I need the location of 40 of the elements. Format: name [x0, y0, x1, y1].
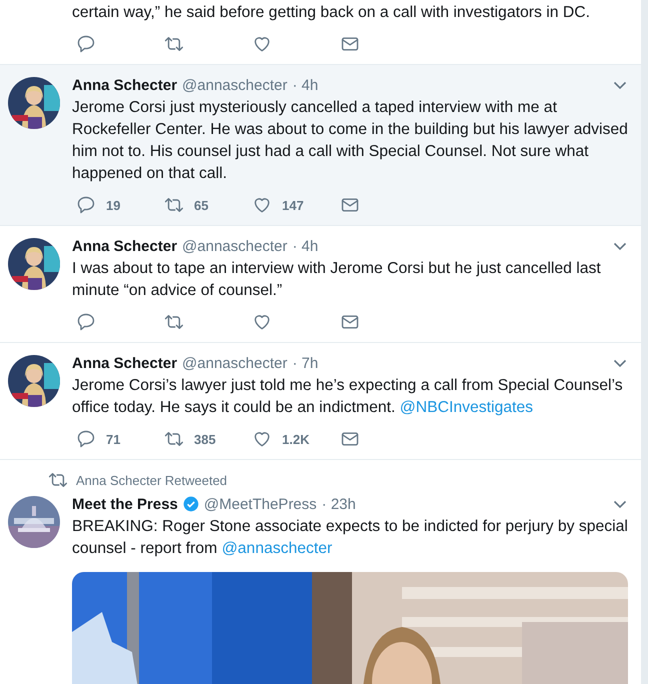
reply-button[interactable]: 19: [72, 195, 160, 215]
mention-link[interactable]: @NBCInvestigates: [400, 399, 534, 416]
author-name[interactable]: Anna Schecter: [72, 76, 178, 94]
heart-icon: [252, 34, 272, 54]
tweet-text: Jerome Corsi just mysteriously cancelled a taped interview with me at Rockefeller Center. He was about to come in the building but his lawyer advised him not to. His counsel just had a call with Special Counsel. Not sure what happened on that call.: [72, 98, 628, 184]
tweet-time[interactable]: · 4h: [292, 238, 318, 254]
heart-icon: [252, 195, 272, 215]
like-button[interactable]: 147: [248, 195, 336, 215]
author-name[interactable]: Anna Schecter: [72, 354, 178, 372]
verified-badge-icon: [182, 496, 199, 512]
author-name[interactable]: Meet the Press: [72, 496, 178, 512]
tweet-time[interactable]: · 23h: [322, 496, 356, 512]
tweet-time[interactable]: · 7h: [292, 354, 318, 372]
reply-icon: [76, 34, 96, 54]
retweet-icon: [164, 312, 184, 332]
mention-link[interactable]: @annaschecter: [222, 540, 332, 557]
reply-icon: [76, 312, 96, 332]
tweet-text: certain way,” he said before getting back on a call with investigators in DC.: [72, 3, 591, 23]
author-handle[interactable]: @annaschecter: [182, 354, 288, 372]
tweet-time[interactable]: · 4h: [292, 76, 318, 94]
reply-button[interactable]: 71: [72, 429, 160, 449]
tweet-text: BREAKING: Roger Stone associate expects to be indicted for perjury by special counsel - report from @annaschecter: [72, 517, 628, 559]
tweet-text: I was about to tape an interview with Jerome Corsi but he just cancelled last minute “on advice of counsel.”: [72, 259, 602, 301]
heart-icon: [252, 312, 272, 332]
retweet-icon: [164, 195, 184, 215]
author-name[interactable]: Anna Schecter: [72, 238, 178, 254]
author-handle[interactable]: @MeetThePress: [204, 496, 317, 512]
author-handle[interactable]: @annaschecter: [182, 76, 288, 94]
retweet-icon: [48, 470, 68, 490]
retweeted-label: Anna Schecter Retweeted: [76, 472, 228, 488]
reply-icon: [76, 195, 96, 215]
retweet-button[interactable]: 65: [160, 195, 248, 215]
retweet-icon: [164, 34, 184, 54]
reply-icon: [76, 429, 96, 449]
author-handle[interactable]: @annaschecter: [182, 238, 288, 254]
like-button[interactable]: 1.2K: [248, 429, 336, 449]
heart-icon: [252, 429, 272, 449]
tweet-text: Jerome Corsi’s lawyer just told me he’s expecting a call from Special Counsel’s office today. He says it could be an indictment. @NBCInvestigates: [72, 376, 624, 418]
retweet-button[interactable]: 385: [160, 429, 248, 449]
retweet-icon: [164, 429, 184, 449]
